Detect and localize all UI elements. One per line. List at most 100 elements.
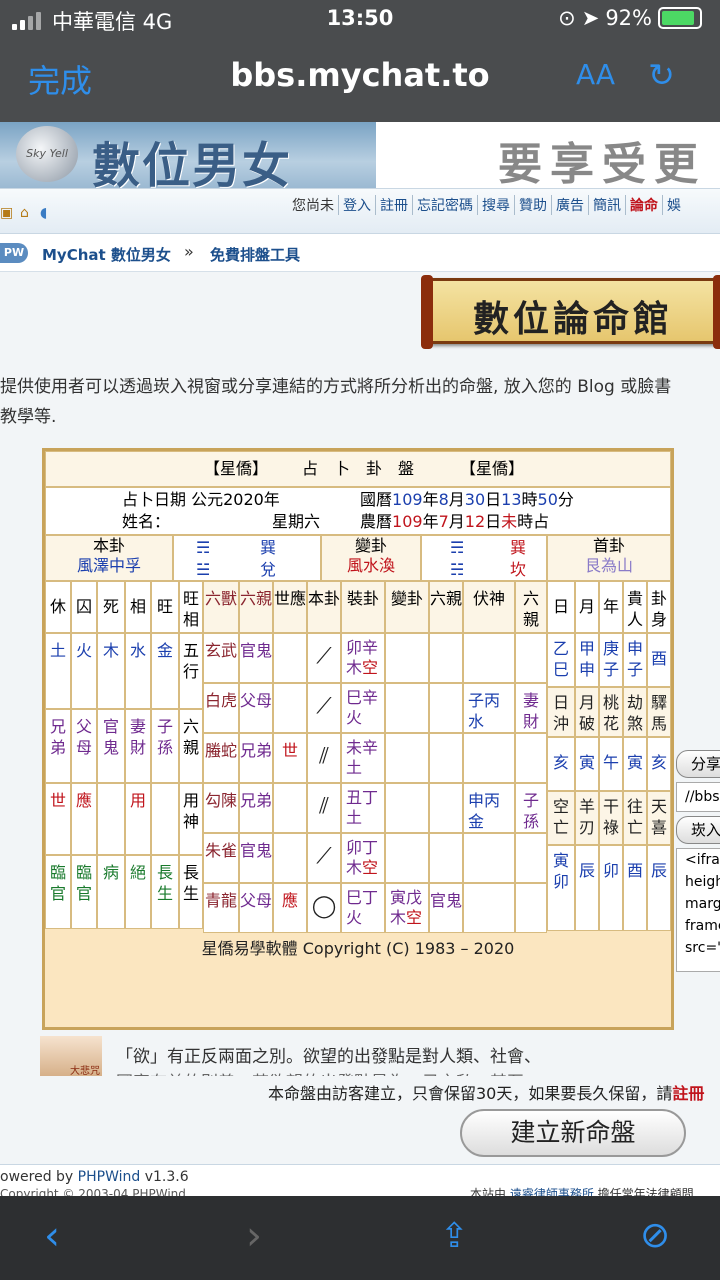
line-relation2 <box>429 683 463 733</box>
season-cell: 水 <box>125 633 151 709</box>
line-beast: 螣蛇 <box>203 733 239 783</box>
element: 木 <box>390 908 407 927</box>
battery-icon <box>658 7 702 29</box>
season-cell: 金 <box>151 633 179 709</box>
line-fushen <box>463 733 515 783</box>
right-cell: 亥 <box>647 737 671 791</box>
line-fushen <box>463 883 515 933</box>
banner-ad[interactable]: 要享受更 <box>498 128 706 192</box>
phpwind-link[interactable]: PHPWind <box>78 1169 141 1185</box>
guoli-prefix: 國曆 <box>360 490 393 509</box>
nongli-year: 109 <box>392 512 423 531</box>
house-icon[interactable]: ⌂ <box>20 205 36 221</box>
ads-link[interactable]: 廣告 <box>551 195 588 215</box>
reload-icon[interactable]: ↻ <box>648 56 675 94</box>
nongli-prefix: 農曆 <box>360 512 393 531</box>
season-cell: 官鬼 <box>97 709 125 783</box>
line-zhuanggua: 卯辛 木空 <box>341 633 385 683</box>
search-link[interactable]: 搜尋 <box>477 195 514 215</box>
line-shiying: 應 <box>273 883 307 933</box>
header-cell: 旺 <box>151 581 179 633</box>
trigram-name: 巽 <box>510 538 527 557</box>
line-relation: 兄弟 <box>239 783 273 833</box>
embed-button[interactable]: 崁入 <box>676 816 720 844</box>
guoli-mn: 分 <box>557 490 574 509</box>
season-cell: 應 <box>71 783 97 855</box>
zhuang-stem: 卯辛 <box>346 638 379 657</box>
refresh-icon[interactable]: ◖ <box>40 205 56 221</box>
share-icon[interactable]: ⇪ <box>440 1216 469 1256</box>
share-link-input[interactable]: //bbs <box>676 782 720 812</box>
register-link[interactable]: 註冊 <box>375 195 412 215</box>
fortune-hall-sign: 數位論命館 <box>421 275 720 349</box>
line-shiying <box>273 633 307 683</box>
header-cell: 日 <box>547 581 575 633</box>
right-cell: 往亡 <box>623 791 647 845</box>
embed-code-box[interactable]: <ifran heigh marg frame src=' <box>676 848 720 972</box>
season-cell: 世 <box>45 783 71 855</box>
season-label: 用神 <box>179 783 203 855</box>
season-cell: 父母 <box>71 709 97 783</box>
bian-stem: 寅戊 <box>390 888 423 907</box>
bengua-name: 風澤中孚 <box>76 556 141 575</box>
line-biangua <box>385 633 429 683</box>
sign-text: 數位論命館 <box>472 299 673 340</box>
right-cell: 卯 <box>599 845 623 931</box>
bengua-label: 本卦 <box>92 536 125 555</box>
line-yao: ◯ <box>307 883 341 933</box>
breadcrumb-separator: » <box>184 242 194 261</box>
messages-link[interactable]: 簡訊 <box>588 195 625 215</box>
ad-text[interactable]: 「欲」有正反兩面之別。欲望的出發點是對人類、社會、 <box>116 1042 541 1067</box>
register-link[interactable]: 註冊 <box>672 1084 704 1103</box>
header-cell: 六獸 <box>203 581 239 633</box>
right-cell: 酉 <box>623 845 647 931</box>
phpwind-icon: PW <box>0 243 28 263</box>
chart-brand-right: 【星僑】 <box>460 459 525 478</box>
entertainment-link[interactable]: 娛 <box>662 195 685 215</box>
ad-text[interactable]: 國家有益的則善；若欲望的出發點是為一己之私，甚至 <box>116 1068 524 1076</box>
ad-thumbnail[interactable]: 大悲咒 <box>40 1036 102 1076</box>
element: 土 <box>346 758 363 777</box>
guoli-dmark: 日 <box>485 490 502 509</box>
new-chart-button[interactable]: 建立新命盤 <box>460 1109 686 1157</box>
line-relation3 <box>515 633 547 683</box>
lock-rotation-icon: ⊙ <box>558 6 576 30</box>
season-label: 長生 <box>179 855 203 929</box>
breadcrumb-page[interactable]: 免費排盤工具 <box>210 244 300 265</box>
line-yao: ⟋ <box>307 633 341 683</box>
sponsor-link[interactable]: 贊助 <box>514 195 551 215</box>
forgot-password-link[interactable]: 忘記密碼 <box>412 195 477 215</box>
line-relation: 官鬼 <box>239 633 273 683</box>
line-fushen <box>463 833 515 883</box>
breadcrumb-site[interactable]: MyChat 數位男女 <box>42 244 171 265</box>
bian-element: 木空 <box>390 908 428 928</box>
forward-icon[interactable]: › <box>246 1216 262 1256</box>
logo-area[interactable]: Sky Yell 數位男女 <box>0 122 376 194</box>
share-button[interactable]: 分享 <box>676 750 720 778</box>
zhuang-stem: 未辛 <box>346 738 379 757</box>
right-cell: 乙巳 <box>547 633 575 687</box>
zhuang-stem: 丑丁 <box>346 788 379 807</box>
nongli-mmark: 月 <box>448 512 465 531</box>
user-nav: ▣ ⌂ ◖ 您尚未 登入 註冊 忘記密碼 搜尋 贊助 廣告 簡訊 論命 娛 <box>0 188 720 234</box>
browser-header: 中華電信 4G 13:50 ⊙ ➤ 92% 完成 bbs.mychat.to A… <box>0 0 720 122</box>
line-relation3: 子孫 <box>515 783 547 833</box>
divination-chart: 【星僑】 占 卜 卦 盤 【星僑】 占卜日期 公元2020年 姓名： 星期六 國… <box>42 448 674 1030</box>
right-cell: 甲申 <box>575 633 599 687</box>
powered-by: owered by PHPWind v1.3.6 <box>0 1169 189 1185</box>
line-relation: 父母 <box>239 883 273 933</box>
season-cell: 用 <box>125 783 151 855</box>
compass-icon[interactable]: ⊘ <box>640 1216 670 1256</box>
text-size-button[interactable]: AA <box>576 58 615 91</box>
login-link[interactable]: 登入 <box>338 195 375 215</box>
header-cell: 旺相 <box>179 581 203 633</box>
share-widget: 分享 //bbs 崁入 <ifran heigh marg frame src=… <box>672 748 720 972</box>
home-icon[interactable]: ▣ <box>0 205 16 221</box>
fortune-link[interactable]: 論命 <box>625 195 662 215</box>
line-relation3 <box>515 733 547 783</box>
line-relation: 兄弟 <box>239 733 273 783</box>
article-ad[interactable]: 大悲咒 「欲」有正反兩面之別。欲望的出發點是對人類、社會、 國家有益的則善；若欲… <box>40 1036 720 1076</box>
back-icon[interactable]: ‹ <box>44 1216 60 1256</box>
not-logged-label: 您尚未 <box>292 198 334 214</box>
line-biangua <box>385 783 429 833</box>
